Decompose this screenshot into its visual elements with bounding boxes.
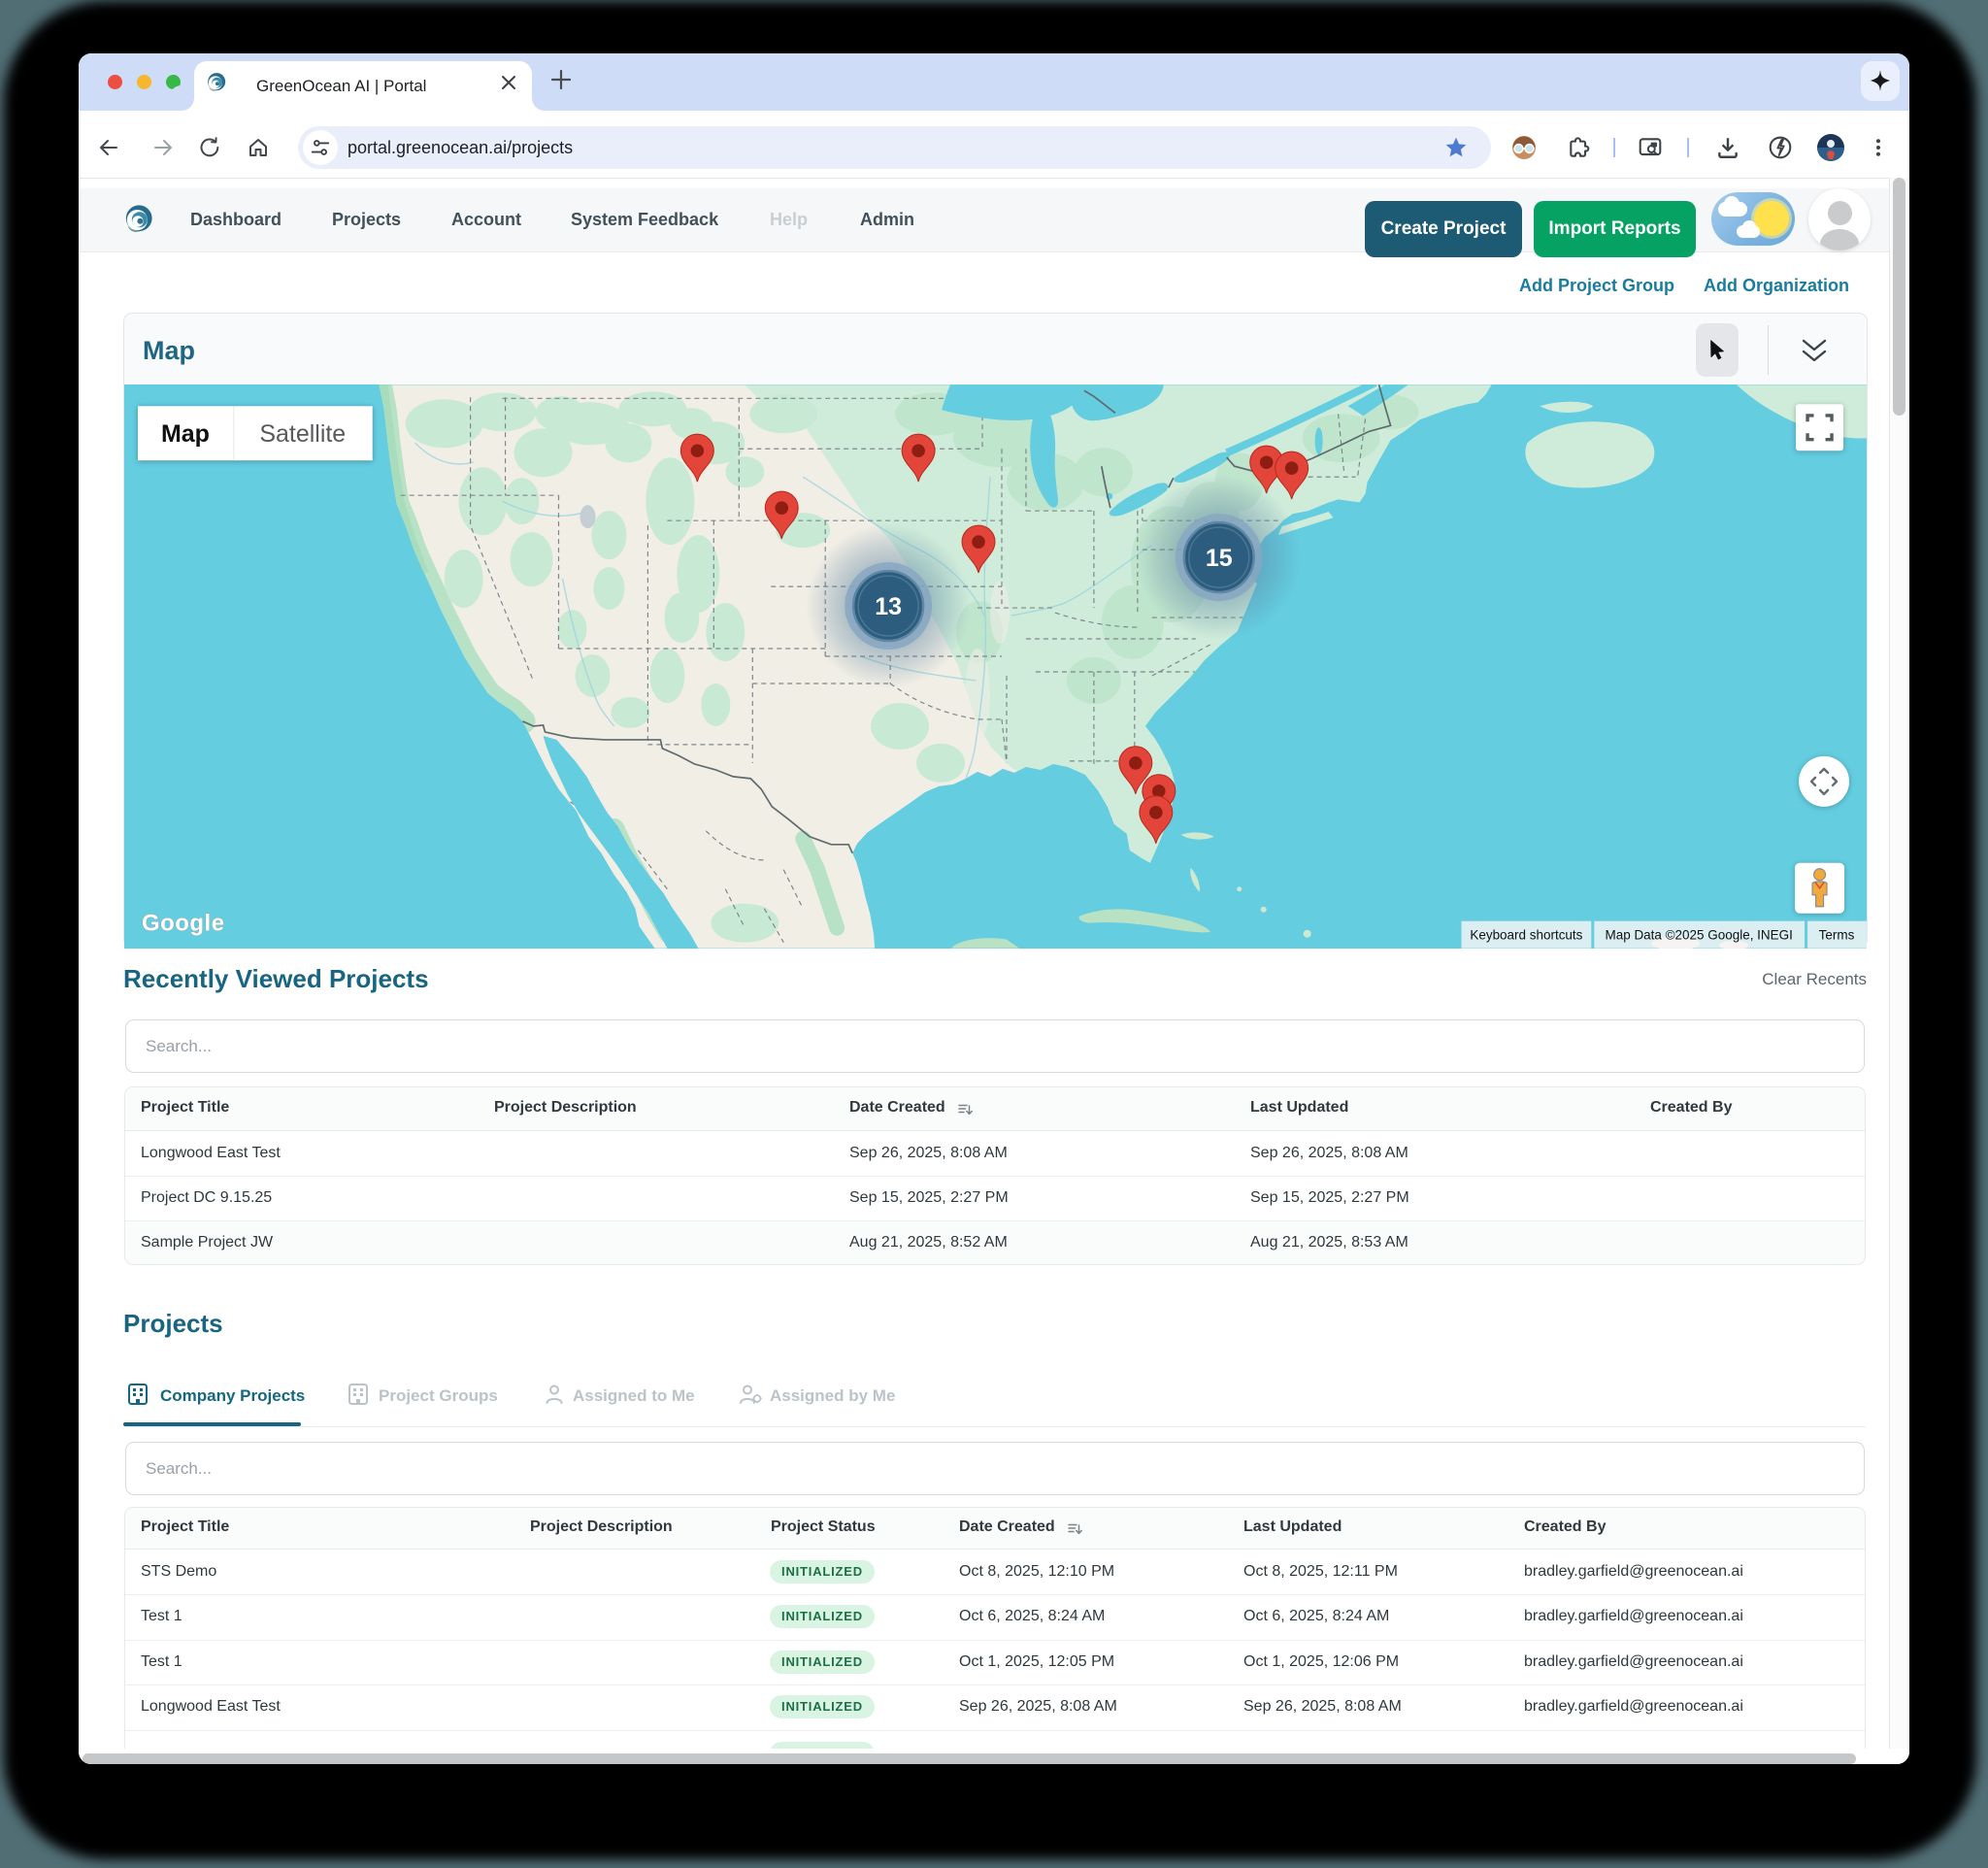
svg-text:15: 15	[1206, 545, 1233, 572]
svg-text:Terms: Terms	[1819, 928, 1855, 943]
svg-text:Google: Google	[142, 911, 225, 937]
svg-text:Satellite: Satellite	[259, 420, 346, 448]
svg-text:Map: Map	[161, 420, 210, 448]
svg-text:Map Data ©2025 Google, INEGI: Map Data ©2025 Google, INEGI	[1606, 928, 1793, 943]
svg-text:13: 13	[875, 593, 902, 620]
svg-text:Keyboard shortcuts: Keyboard shortcuts	[1470, 928, 1582, 943]
